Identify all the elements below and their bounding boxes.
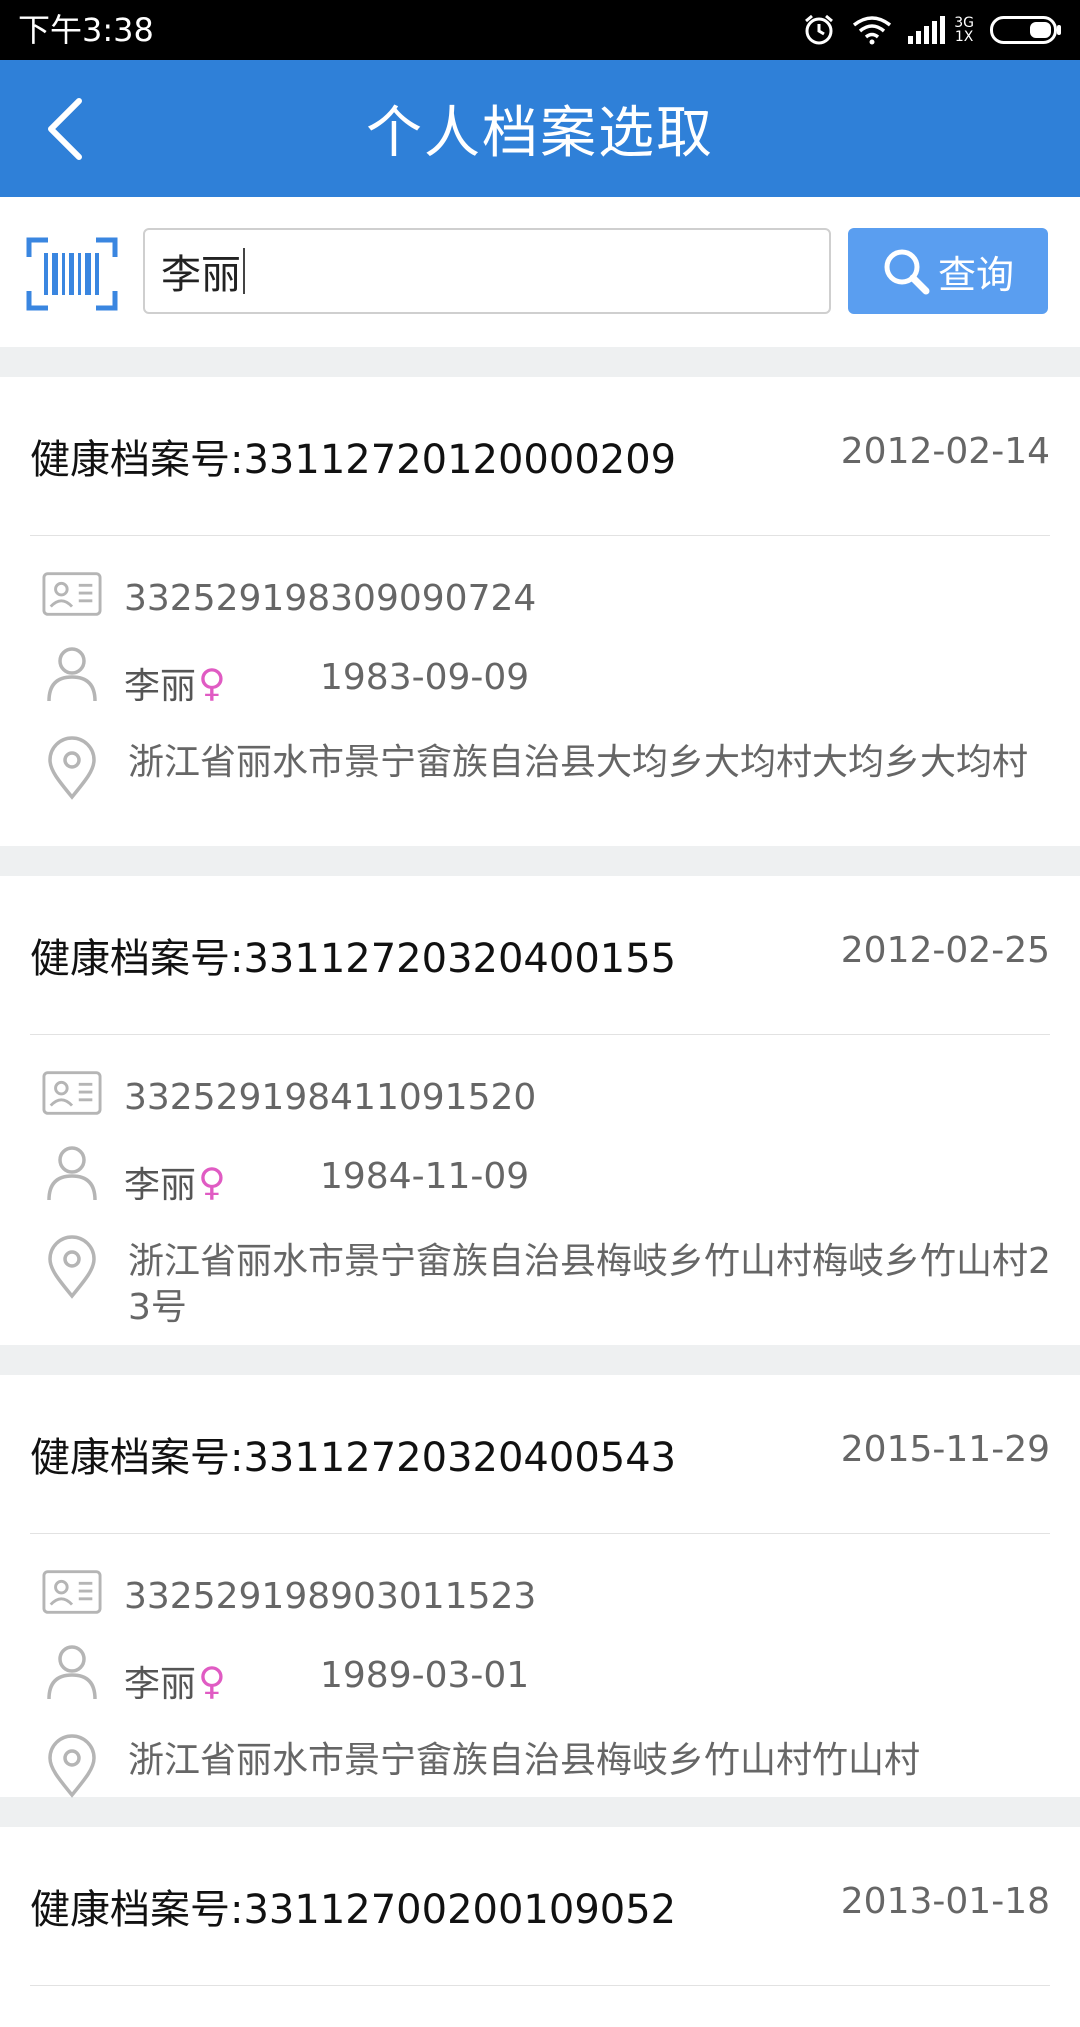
wifi-icon bbox=[853, 16, 892, 45]
record-header: 健康档案号:33112720320400543 2015-11-29 bbox=[30, 1375, 1050, 1534]
search-input[interactable]: 李丽 bbox=[143, 228, 831, 314]
record-card[interactable]: 健康档案号:33112720320400155 2012-02-25 33252… bbox=[0, 876, 1080, 1345]
id-number: 332529198309090724 bbox=[124, 578, 537, 619]
signal-icon bbox=[908, 16, 946, 44]
address-row: 浙江省丽水市景宁畲族自治县梅岐乡竹山村梅岐乡竹山村23号 bbox=[0, 1201, 1080, 1328]
record-card[interactable]: 健康档案号:33112720120000209 2012-02-14 33252… bbox=[0, 377, 1080, 846]
record-date: 2013-01-18 bbox=[840, 1881, 1050, 1922]
alarm-icon bbox=[805, 14, 834, 45]
female-icon: ♀ bbox=[198, 1160, 226, 1204]
id-number: 332529198903011523 bbox=[124, 1576, 537, 1617]
address: 浙江省丽水市景宁畲族自治县大均乡大均村大均乡大均村 bbox=[128, 742, 1029, 783]
list-separator bbox=[0, 1345, 1080, 1375]
person-icon bbox=[42, 644, 102, 704]
record-list: 健康档案号:33112720120000209 2012-02-14 33252… bbox=[0, 347, 1080, 2027]
id-number: 332529198411091520 bbox=[124, 1077, 537, 1118]
person-row: 李丽 ♀ 1989-03-01 bbox=[0, 1617, 1080, 1705]
id-card-icon bbox=[42, 564, 102, 624]
query-button[interactable]: 查询 bbox=[848, 228, 1048, 314]
query-button-label: 查询 bbox=[937, 252, 1014, 297]
record-date: 2015-11-29 bbox=[840, 1429, 1050, 1470]
record-body: 332529198411091520 李丽 ♀ 1984-11-09 浙江省丽水市… bbox=[0, 1035, 1080, 1328]
search-area: 李丽 查询 bbox=[0, 197, 1080, 347]
list-separator bbox=[0, 1797, 1080, 1827]
page-title: 个人档案选取 bbox=[366, 101, 714, 166]
record-number: 健康档案号:33112700200109052 bbox=[30, 1887, 677, 1933]
record-header: 健康档案号:33112720120000209 2012-02-14 bbox=[30, 377, 1050, 536]
birth-date: 1989-03-01 bbox=[320, 1655, 530, 1696]
network-type: 3G 1X bbox=[954, 16, 974, 44]
network-type-top: 3G bbox=[954, 15, 974, 31]
record-date: 2012-02-14 bbox=[840, 431, 1050, 472]
search-input-value: 李丽 bbox=[161, 252, 241, 298]
id-card-icon bbox=[42, 1562, 102, 1622]
person-icon bbox=[42, 1642, 102, 1702]
person-row: 李丽 ♀ 1983-09-09 bbox=[0, 619, 1080, 707]
address: 浙江省丽水市景宁畲族自治县梅岐乡竹山村竹山村 bbox=[128, 1740, 921, 1781]
record-header: 健康档案号:33112720320400155 2012-02-25 bbox=[30, 876, 1050, 1035]
app-bar: 个人档案选取 bbox=[0, 60, 1080, 197]
address: 浙江省丽水市景宁畲族自治县梅岐乡竹山村梅岐乡竹山村23号 bbox=[128, 1241, 1051, 1328]
female-icon: ♀ bbox=[198, 1659, 226, 1703]
barcode-scan-icon bbox=[26, 237, 118, 311]
location-pin-icon bbox=[42, 1235, 102, 1299]
record-number: 健康档案号:33112720120000209 bbox=[30, 437, 677, 483]
birth-date: 1983-09-09 bbox=[320, 657, 530, 698]
id-row: 332529198411091520 bbox=[0, 1035, 1080, 1118]
record-card[interactable]: 健康档案号:33112700200109052 2013-01-18 bbox=[0, 1827, 1080, 2027]
address-row: 浙江省丽水市景宁畲族自治县梅岐乡竹山村竹山村 bbox=[0, 1700, 1080, 1798]
id-card-icon bbox=[42, 1063, 102, 1123]
id-row: 332529198903011523 bbox=[0, 1534, 1080, 1617]
scan-button[interactable] bbox=[26, 237, 118, 311]
status-icons: 3G 1X bbox=[802, 12, 1062, 48]
network-type-bottom: 1X bbox=[954, 29, 974, 45]
address-row: 浙江省丽水市景宁畲族自治县大均乡大均村大均乡大均村 bbox=[0, 702, 1080, 800]
search-icon bbox=[884, 249, 930, 295]
status-time: 下午3:38 bbox=[18, 11, 154, 49]
birth-date: 1984-11-09 bbox=[320, 1156, 530, 1197]
list-separator bbox=[0, 846, 1080, 876]
location-pin-icon bbox=[42, 1734, 102, 1798]
record-card[interactable]: 健康档案号:33112720320400543 2015-11-29 33252… bbox=[0, 1375, 1080, 1798]
record-date: 2012-02-25 bbox=[840, 930, 1050, 971]
person-row: 李丽 ♀ 1984-11-09 bbox=[0, 1118, 1080, 1206]
record-body: 332529198903011523 李丽 ♀ 1989-03-01 浙江省丽水市… bbox=[0, 1534, 1080, 1798]
record-body: 332529198309090724 李丽 ♀ 1983-09-09 浙江省丽水市… bbox=[0, 536, 1080, 800]
status-bar: 下午3:38 3G 1X bbox=[0, 0, 1080, 60]
record-header: 健康档案号:33112700200109052 2013-01-18 bbox=[30, 1827, 1050, 1986]
female-icon: ♀ bbox=[198, 661, 226, 705]
id-row: 332529198309090724 bbox=[0, 536, 1080, 619]
person-icon bbox=[42, 1143, 102, 1203]
list-separator bbox=[0, 347, 1080, 377]
text-caret bbox=[243, 248, 245, 294]
record-number: 健康档案号:33112720320400543 bbox=[30, 1435, 677, 1481]
battery-icon bbox=[990, 16, 1061, 44]
location-pin-icon bbox=[42, 736, 102, 800]
record-number: 健康档案号:33112720320400155 bbox=[30, 936, 677, 982]
